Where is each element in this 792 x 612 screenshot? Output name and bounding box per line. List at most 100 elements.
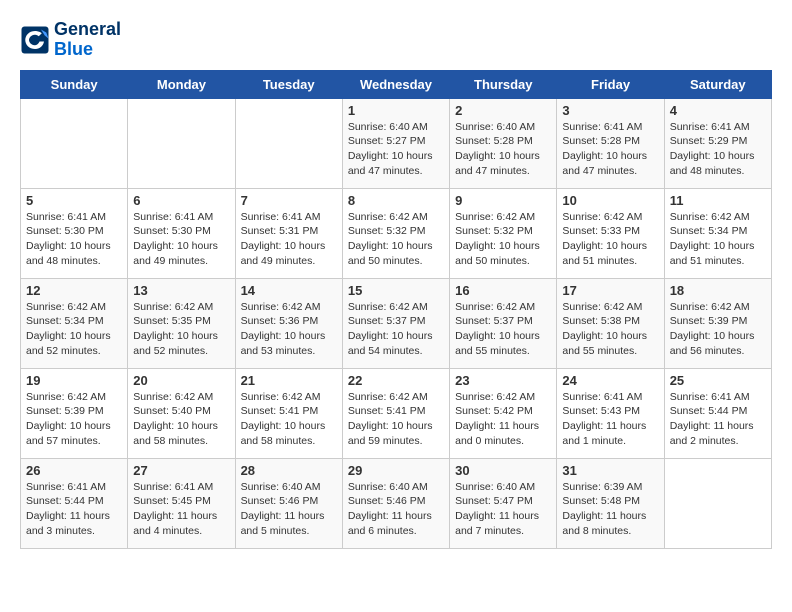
- day-info: Sunrise: 6:42 AM Sunset: 5:41 PM Dayligh…: [241, 390, 337, 449]
- day-number: 4: [670, 103, 766, 118]
- calendar-cell: [664, 458, 771, 548]
- calendar-cell: 11 Sunrise: 6:42 AM Sunset: 5:34 PM Dayli…: [664, 188, 771, 278]
- calendar-cell: 19 Sunrise: 6:42 AM Sunset: 5:39 PM Dayli…: [21, 368, 128, 458]
- day-number: 1: [348, 103, 444, 118]
- day-info: Sunrise: 6:42 AM Sunset: 5:41 PM Dayligh…: [348, 390, 444, 449]
- calendar-cell: 30 Sunrise: 6:40 AM Sunset: 5:47 PM Dayli…: [450, 458, 557, 548]
- calendar-cell: 8 Sunrise: 6:42 AM Sunset: 5:32 PM Daylig…: [342, 188, 449, 278]
- day-number: 11: [670, 193, 766, 208]
- calendar-cell: 7Sunrise: 6:41 AM Sunset: 5:31 PM Daylig…: [235, 188, 342, 278]
- day-info: Sunrise: 6:42 AM Sunset: 5:35 PM Dayligh…: [133, 300, 229, 359]
- day-info: Sunrise: 6:41 AM Sunset: 5:29 PM Dayligh…: [670, 120, 766, 179]
- calendar-week-1: 1 Sunrise: 6:40 AM Sunset: 5:27 PM Daylig…: [21, 98, 772, 188]
- day-header-friday: Friday: [557, 70, 664, 98]
- day-number: 17: [562, 283, 658, 298]
- calendar-cell: 22 Sunrise: 6:42 AM Sunset: 5:41 PM Dayli…: [342, 368, 449, 458]
- day-info: Sunrise: 6:42 AM Sunset: 5:34 PM Dayligh…: [670, 210, 766, 269]
- day-number: 5: [26, 193, 122, 208]
- day-header-sunday: Sunday: [21, 70, 128, 98]
- day-info: Sunrise: 6:42 AM Sunset: 5:37 PM Dayligh…: [455, 300, 551, 359]
- day-number: 15: [348, 283, 444, 298]
- calendar-cell: 5 Sunrise: 6:41 AM Sunset: 5:30 PM Daylig…: [21, 188, 128, 278]
- calendar-cell: 15 Sunrise: 6:42 AM Sunset: 5:37 PM Dayli…: [342, 278, 449, 368]
- page-header: General Blue: [20, 20, 772, 60]
- calendar-cell: 13 Sunrise: 6:42 AM Sunset: 5:35 PM Dayli…: [128, 278, 235, 368]
- day-info: Sunrise: 6:40 AM Sunset: 5:47 PM Dayligh…: [455, 480, 551, 539]
- day-info: Sunrise: 6:42 AM Sunset: 5:33 PM Dayligh…: [562, 210, 658, 269]
- calendar-cell: 20Sunrise: 6:42 AM Sunset: 5:40 PM Dayli…: [128, 368, 235, 458]
- calendar-cell: 14 Sunrise: 6:42 AM Sunset: 5:36 PM Dayli…: [235, 278, 342, 368]
- day-header-thursday: Thursday: [450, 70, 557, 98]
- day-info: Sunrise: 6:42 AM Sunset: 5:32 PM Dayligh…: [455, 210, 551, 269]
- calendar-cell: [235, 98, 342, 188]
- day-info: Sunrise: 6:41 AM Sunset: 5:30 PM Dayligh…: [133, 210, 229, 269]
- day-info: Sunrise: 6:41 AM Sunset: 5:43 PM Dayligh…: [562, 390, 658, 449]
- day-number: 8: [348, 193, 444, 208]
- calendar-cell: 24 Sunrise: 6:41 AM Sunset: 5:43 PM Dayli…: [557, 368, 664, 458]
- calendar-cell: 6 Sunrise: 6:41 AM Sunset: 5:30 PM Daylig…: [128, 188, 235, 278]
- calendar-cell: 23 Sunrise: 6:42 AM Sunset: 5:42 PM Dayli…: [450, 368, 557, 458]
- day-info: Sunrise: 6:41 AM Sunset: 5:31 PM Dayligh…: [241, 210, 337, 269]
- calendar-cell: 25 Sunrise: 6:41 AM Sunset: 5:44 PM Dayli…: [664, 368, 771, 458]
- day-number: 25: [670, 373, 766, 388]
- day-header-wednesday: Wednesday: [342, 70, 449, 98]
- calendar-cell: 28 Sunrise: 6:40 AM Sunset: 5:46 PM Dayli…: [235, 458, 342, 548]
- calendar-cell: 16Sunrise: 6:42 AM Sunset: 5:37 PM Dayli…: [450, 278, 557, 368]
- calendar-cell: 3 Sunrise: 6:41 AM Sunset: 5:28 PM Daylig…: [557, 98, 664, 188]
- day-info: Sunrise: 6:42 AM Sunset: 5:38 PM Dayligh…: [562, 300, 658, 359]
- calendar-week-5: 26Sunrise: 6:41 AM Sunset: 5:44 PM Dayli…: [21, 458, 772, 548]
- day-info: Sunrise: 6:42 AM Sunset: 5:37 PM Dayligh…: [348, 300, 444, 359]
- calendar-header-row: SundayMondayTuesdayWednesdayThursdayFrid…: [21, 70, 772, 98]
- day-info: Sunrise: 6:42 AM Sunset: 5:36 PM Dayligh…: [241, 300, 337, 359]
- day-info: Sunrise: 6:42 AM Sunset: 5:34 PM Dayligh…: [26, 300, 122, 359]
- day-info: Sunrise: 6:40 AM Sunset: 5:27 PM Dayligh…: [348, 120, 444, 179]
- day-info: Sunrise: 6:40 AM Sunset: 5:28 PM Dayligh…: [455, 120, 551, 179]
- calendar-cell: 21Sunrise: 6:42 AM Sunset: 5:41 PM Dayli…: [235, 368, 342, 458]
- calendar-cell: [128, 98, 235, 188]
- day-info: Sunrise: 6:41 AM Sunset: 5:28 PM Dayligh…: [562, 120, 658, 179]
- day-number: 27: [133, 463, 229, 478]
- day-number: 13: [133, 283, 229, 298]
- calendar-cell: 29Sunrise: 6:40 AM Sunset: 5:46 PM Dayli…: [342, 458, 449, 548]
- day-number: 22: [348, 373, 444, 388]
- day-number: 28: [241, 463, 337, 478]
- calendar-week-3: 12 Sunrise: 6:42 AM Sunset: 5:34 PM Dayli…: [21, 278, 772, 368]
- day-number: 20: [133, 373, 229, 388]
- calendar-cell: 10 Sunrise: 6:42 AM Sunset: 5:33 PM Dayli…: [557, 188, 664, 278]
- day-info: Sunrise: 6:42 AM Sunset: 5:42 PM Dayligh…: [455, 390, 551, 449]
- day-number: 10: [562, 193, 658, 208]
- day-number: 12: [26, 283, 122, 298]
- calendar-week-4: 19 Sunrise: 6:42 AM Sunset: 5:39 PM Dayli…: [21, 368, 772, 458]
- day-number: 19: [26, 373, 122, 388]
- day-info: Sunrise: 6:39 AM Sunset: 5:48 PM Dayligh…: [562, 480, 658, 539]
- day-info: Sunrise: 6:41 AM Sunset: 5:44 PM Dayligh…: [670, 390, 766, 449]
- logo: General Blue: [20, 20, 121, 60]
- day-info: Sunrise: 6:42 AM Sunset: 5:39 PM Dayligh…: [670, 300, 766, 359]
- day-info: Sunrise: 6:41 AM Sunset: 5:30 PM Dayligh…: [26, 210, 122, 269]
- calendar-table: SundayMondayTuesdayWednesdayThursdayFrid…: [20, 70, 772, 549]
- calendar-cell: 2 Sunrise: 6:40 AM Sunset: 5:28 PM Daylig…: [450, 98, 557, 188]
- day-header-tuesday: Tuesday: [235, 70, 342, 98]
- day-number: 24: [562, 373, 658, 388]
- day-number: 2: [455, 103, 551, 118]
- calendar-cell: 1 Sunrise: 6:40 AM Sunset: 5:27 PM Daylig…: [342, 98, 449, 188]
- day-header-monday: Monday: [128, 70, 235, 98]
- calendar-cell: 18 Sunrise: 6:42 AM Sunset: 5:39 PM Dayli…: [664, 278, 771, 368]
- logo-text: General Blue: [54, 20, 121, 60]
- day-number: 14: [241, 283, 337, 298]
- day-number: 18: [670, 283, 766, 298]
- day-number: 3: [562, 103, 658, 118]
- day-number: 6: [133, 193, 229, 208]
- day-info: Sunrise: 6:42 AM Sunset: 5:32 PM Dayligh…: [348, 210, 444, 269]
- calendar-cell: 27Sunrise: 6:41 AM Sunset: 5:45 PM Dayli…: [128, 458, 235, 548]
- calendar-cell: [21, 98, 128, 188]
- calendar-week-2: 5 Sunrise: 6:41 AM Sunset: 5:30 PM Daylig…: [21, 188, 772, 278]
- day-number: 30: [455, 463, 551, 478]
- day-header-saturday: Saturday: [664, 70, 771, 98]
- calendar-cell: 4 Sunrise: 6:41 AM Sunset: 5:29 PM Daylig…: [664, 98, 771, 188]
- day-number: 9: [455, 193, 551, 208]
- day-number: 23: [455, 373, 551, 388]
- day-info: Sunrise: 6:40 AM Sunset: 5:46 PM Dayligh…: [241, 480, 337, 539]
- day-number: 26: [26, 463, 122, 478]
- day-info: Sunrise: 6:42 AM Sunset: 5:39 PM Dayligh…: [26, 390, 122, 449]
